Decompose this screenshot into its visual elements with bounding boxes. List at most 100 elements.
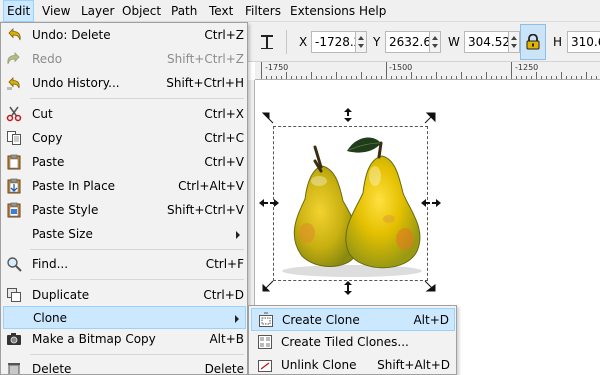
delete-icon xyxy=(6,361,22,374)
menu-view[interactable]: View xyxy=(39,0,73,22)
menu-item-redo[interactable]: Redo Shift+Ctrl+Z xyxy=(3,48,246,71)
ruler-tick xyxy=(516,76,517,79)
menu-item-find[interactable]: Find... Ctrl+F xyxy=(3,253,246,276)
ruler-tick xyxy=(411,72,412,79)
ruler-tick xyxy=(426,76,427,79)
menu-text-label: Text xyxy=(209,4,234,18)
unlink-clone-icon xyxy=(257,357,273,373)
y-spin[interactable] xyxy=(430,31,441,53)
lock-proportions-button[interactable] xyxy=(520,24,546,60)
ruler-tick xyxy=(366,76,367,79)
camera-icon xyxy=(6,331,22,347)
ruler-tick xyxy=(481,76,482,79)
menu-item-unlink-clone[interactable]: Unlink Clone Shift+Alt+D xyxy=(251,354,455,374)
menu-item-paste[interactable]: Paste Ctrl+V xyxy=(3,151,246,174)
ruler-tick xyxy=(551,76,552,79)
ruler-tick xyxy=(506,76,507,79)
menu-bar: Edit View Layer Object Path Text Filters… xyxy=(0,0,600,22)
menu-help-label: Help xyxy=(359,4,387,18)
ruler-tick xyxy=(491,76,492,79)
toolbar-separator xyxy=(286,30,287,54)
w-spin[interactable] xyxy=(509,31,520,53)
ruler-tick xyxy=(471,76,472,79)
ruler-label: -1750 xyxy=(265,63,289,72)
y-field[interactable]: 2632.69 xyxy=(385,31,430,53)
ruler-tick xyxy=(541,76,542,79)
menu-edit-label: Edit xyxy=(7,4,31,18)
menu-item-label: Copy xyxy=(32,131,63,145)
menu-item-cut[interactable]: Cut Ctrl+X xyxy=(3,103,246,126)
menu-text[interactable]: Text xyxy=(206,0,236,22)
menu-item-shortcut: Shift+Alt+D xyxy=(377,358,450,372)
menu-layer[interactable]: Layer xyxy=(78,0,117,22)
undo-icon xyxy=(6,27,22,43)
ruler-tick xyxy=(451,76,452,79)
menu-item-shortcut: Shift+Ctrl+V xyxy=(167,203,244,217)
ruler-tick xyxy=(381,76,382,79)
menu-item-paste-in-place[interactable]: Paste In Place Ctrl+Alt+V xyxy=(3,175,246,198)
x-spin[interactable] xyxy=(356,31,367,53)
menu-object[interactable]: Object xyxy=(119,0,164,22)
menu-filters-label: Filters xyxy=(245,4,281,18)
selection-handles[interactable] xyxy=(255,81,455,301)
menu-item-create-tiled-clones[interactable]: Create Tiled Clones... xyxy=(251,331,455,354)
copy-icon xyxy=(6,130,22,146)
menu-path[interactable]: Path xyxy=(168,0,200,22)
ruler-tick xyxy=(476,76,477,79)
ruler-tick xyxy=(341,76,342,79)
menu-item-shortcut: Ctrl+Alt+V xyxy=(178,179,244,193)
menu-separator xyxy=(30,279,244,280)
ruler-tick xyxy=(306,76,307,79)
menu-item-copy[interactable]: Copy Ctrl+C xyxy=(3,127,246,150)
ruler-tick xyxy=(386,62,387,79)
ruler-tick xyxy=(356,76,357,79)
paste-style-icon xyxy=(6,202,22,218)
menu-item-undo-history[interactable]: Undo History... Shift+Ctrl+H xyxy=(3,72,246,95)
ruler-tick xyxy=(591,76,592,79)
menu-item-paste-size[interactable]: Paste Size xyxy=(3,223,246,246)
x-field[interactable]: -1728.2 xyxy=(311,31,356,53)
menu-item-label: Duplicate xyxy=(32,288,90,302)
menu-item-shortcut: Ctrl+X xyxy=(204,107,244,121)
ruler-tick xyxy=(376,76,377,79)
paste-icon xyxy=(6,154,22,170)
w-label: W xyxy=(448,35,460,49)
menu-item-clone[interactable]: Clone xyxy=(3,306,246,329)
handle-top-left xyxy=(261,112,274,124)
lock-icon xyxy=(526,33,540,53)
menu-item-label: Find... xyxy=(32,257,69,271)
menu-item-undo[interactable]: Undo: Delete Ctrl+Z xyxy=(3,24,246,47)
menu-item-label: Paste Style xyxy=(32,203,99,217)
submenu-arrow-icon xyxy=(235,315,239,323)
menu-view-label: View xyxy=(42,4,71,18)
menu-help[interactable]: Help xyxy=(356,0,389,22)
menu-extensions[interactable]: Extensions xyxy=(287,0,358,22)
submenu-arrow-icon xyxy=(236,231,240,239)
menu-item-create-clone[interactable]: Create Clone Alt+D xyxy=(251,308,455,331)
menu-item-duplicate[interactable]: Duplicate Ctrl+D xyxy=(3,284,246,307)
ruler-tick xyxy=(431,76,432,79)
menu-item-make-bitmap-copy[interactable]: Make a Bitmap Copy Alt+B xyxy=(3,328,246,351)
menu-item-delete[interactable]: Delete Delete xyxy=(3,358,246,374)
menu-item-label: Create Tiled Clones... xyxy=(281,335,409,349)
scissors-icon xyxy=(6,106,22,122)
ruler-tick xyxy=(416,76,417,79)
ruler-tick xyxy=(521,76,522,79)
ruler-tick xyxy=(331,76,332,79)
ruler-tick xyxy=(446,76,447,79)
menu-filters[interactable]: Filters xyxy=(242,0,284,22)
horizontal-ruler[interactable]: -1750 -1500 -1250 xyxy=(255,62,600,80)
menu-item-label: Make a Bitmap Copy xyxy=(32,332,156,346)
ruler-tick xyxy=(581,76,582,79)
ruler-tick xyxy=(286,72,287,79)
w-field[interactable]: 304.523 xyxy=(464,31,509,53)
menu-item-paste-style[interactable]: Paste Style Shift+Ctrl+V xyxy=(3,199,246,222)
ruler-tick xyxy=(441,76,442,79)
ruler-label: -1250 xyxy=(515,63,539,72)
h-field[interactable]: 310.62 xyxy=(567,31,600,53)
menu-edit[interactable]: Edit xyxy=(3,0,35,22)
text-baseline-icon[interactable] xyxy=(258,32,276,52)
ruler-tick xyxy=(586,72,587,79)
menu-item-label: Undo History... xyxy=(32,76,120,90)
ruler-tick xyxy=(361,72,362,79)
